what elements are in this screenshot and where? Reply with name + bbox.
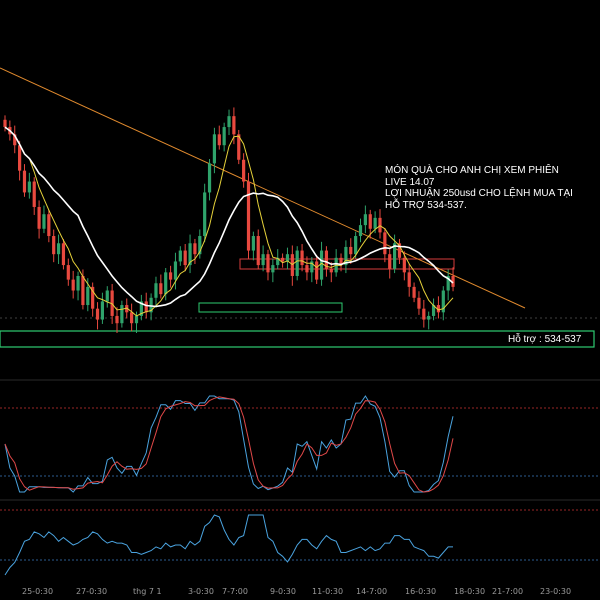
candle-body bbox=[154, 283, 158, 298]
oscillator-main-line bbox=[4, 395, 454, 493]
candle-body bbox=[349, 246, 353, 255]
oscillator2-line bbox=[4, 514, 453, 576]
candle-body bbox=[412, 286, 416, 298]
candle-body bbox=[280, 257, 285, 262]
candle-body bbox=[56, 243, 61, 255]
candle-body bbox=[130, 312, 134, 324]
candle-body bbox=[193, 243, 197, 255]
candle-body bbox=[168, 272, 173, 280]
candle-body bbox=[173, 261, 178, 280]
x-tick-label: 14-7:00 bbox=[356, 587, 388, 596]
candle-body bbox=[42, 214, 46, 229]
range-box bbox=[198, 302, 343, 313]
candle-body bbox=[115, 315, 119, 324]
candle-body bbox=[271, 265, 275, 273]
x-tick-label: 27-0:30 bbox=[76, 587, 108, 596]
candle-body bbox=[388, 254, 392, 269]
candle-body bbox=[105, 290, 109, 302]
candle-body bbox=[100, 301, 104, 320]
candle-body bbox=[427, 315, 431, 320]
slow-ma-line bbox=[4, 126, 454, 308]
support-label: Hỗ trợ : 534-537 bbox=[508, 334, 582, 345]
candle-body bbox=[66, 265, 70, 280]
candle-body bbox=[81, 275, 85, 306]
x-tick-label: 23-0:30 bbox=[540, 587, 572, 596]
candle-body bbox=[183, 250, 187, 266]
candle-body bbox=[373, 217, 377, 229]
candle-body bbox=[76, 275, 80, 291]
candle-body bbox=[144, 301, 148, 313]
candle-body bbox=[178, 250, 182, 262]
candle-body bbox=[383, 232, 387, 255]
candle-body bbox=[295, 250, 299, 276]
candle-body bbox=[363, 214, 367, 226]
candle-body bbox=[22, 170, 27, 193]
x-tick-label: 7-7:00 bbox=[222, 587, 248, 596]
candle-body bbox=[222, 127, 226, 146]
x-tick-label: 16-0:30 bbox=[405, 587, 437, 596]
candle-body bbox=[227, 116, 231, 128]
candle-body bbox=[164, 272, 168, 295]
annotation-line-3: LỢI NHUẬN 250usd CHO LỆNH MUA TẠI bbox=[385, 188, 573, 199]
candle-body bbox=[251, 236, 255, 251]
candle-body bbox=[159, 283, 163, 295]
price-chart bbox=[0, 67, 600, 576]
candle-body bbox=[217, 134, 221, 146]
x-tick-label: thg 7 1 bbox=[133, 587, 162, 596]
candle-body bbox=[242, 159, 246, 182]
candle-body bbox=[32, 181, 36, 207]
candle-body bbox=[27, 181, 31, 193]
annotation-line-4: HỖ TRỢ 534-537. bbox=[385, 199, 467, 211]
annotation-line-1: MÓN QUÀ CHO ANH CHỊ XEM PHIÊN bbox=[385, 165, 559, 176]
candle-body bbox=[319, 250, 324, 280]
candle-body bbox=[18, 145, 22, 171]
candle-body bbox=[266, 254, 270, 273]
candle-body bbox=[422, 308, 426, 320]
candle-body bbox=[203, 192, 207, 237]
annotation-text: MÓN QUÀ CHO ANH CHỊ XEM PHIÊN LIVE 14.07… bbox=[385, 165, 585, 211]
candle-body bbox=[232, 116, 236, 135]
candle-body bbox=[134, 315, 139, 324]
candle-body bbox=[212, 134, 217, 164]
candle-body bbox=[354, 236, 358, 255]
x-tick-label: 11-0:30 bbox=[312, 587, 344, 596]
candle-body bbox=[300, 250, 304, 266]
support-zone bbox=[0, 330, 595, 348]
candle-body bbox=[52, 236, 56, 255]
candle-body bbox=[417, 297, 421, 309]
candle-body bbox=[3, 119, 7, 128]
candle-body bbox=[261, 254, 265, 266]
candle-body bbox=[61, 243, 66, 266]
candle-body bbox=[305, 265, 309, 273]
candle-body bbox=[402, 257, 406, 273]
x-tick-label: 25-0:30 bbox=[22, 587, 54, 596]
candle-body bbox=[95, 308, 100, 320]
candle-body bbox=[285, 254, 290, 262]
candle-body bbox=[37, 206, 41, 229]
candle-body bbox=[86, 286, 90, 306]
candle-body bbox=[71, 279, 75, 291]
candle-body bbox=[47, 214, 51, 237]
candle-body bbox=[256, 236, 260, 266]
candle-body bbox=[246, 181, 251, 251]
candle-body bbox=[207, 163, 212, 193]
candle-body bbox=[120, 305, 124, 324]
x-tick-label: 9-0:30 bbox=[270, 587, 296, 596]
x-tick-label: 21-7:00 bbox=[492, 587, 524, 596]
x-tick-label: 18-0:30 bbox=[454, 587, 486, 596]
candle-body bbox=[315, 261, 319, 280]
candle-body bbox=[407, 272, 411, 287]
annotation-line-2: LIVE 14.07 bbox=[385, 176, 435, 188]
candle-body bbox=[358, 225, 363, 237]
x-tick-label: 3-0:30 bbox=[188, 587, 214, 596]
candle-body bbox=[368, 214, 372, 229]
candle-body bbox=[329, 268, 333, 273]
